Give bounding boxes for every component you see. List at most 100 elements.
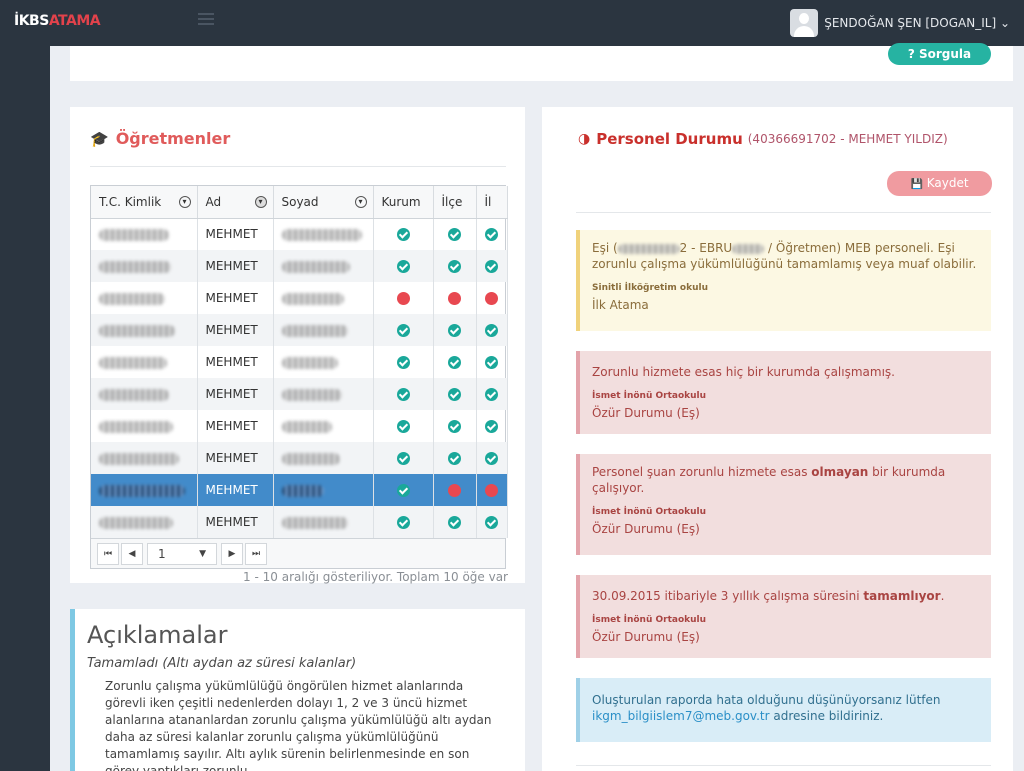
column-header-tc[interactable]: T.C. Kimlik ▾	[91, 186, 198, 219]
redacted-surname	[281, 420, 332, 433]
first-page-button[interactable]: ⏮	[97, 543, 119, 565]
query-button[interactable]: ? Sorgula	[888, 43, 991, 65]
redacted-id	[99, 420, 173, 433]
table-row[interactable]: MEHMET	[91, 314, 508, 346]
sidebar	[0, 46, 50, 771]
column-header-il[interactable]: İl	[476, 186, 508, 219]
avatar	[790, 9, 819, 37]
table-row[interactable]: MEHMET	[91, 442, 508, 474]
grid-header-row: T.C. Kimlik ▾ Ad ▾ Soyad ▾ Kurum İlçe İl	[91, 186, 508, 219]
redacted-id	[99, 388, 169, 401]
explanations-subtitle: Tamamladı (Altı aydan az süresi kalanlar…	[87, 656, 357, 671]
report-note: Oluşturulan raporda hata olduğunu düşünü…	[576, 678, 991, 742]
table-row[interactable]: MEHMET	[91, 282, 508, 314]
red-dot-icon	[396, 292, 410, 305]
redacted-id	[99, 260, 171, 273]
ilce-status-cell	[433, 442, 477, 474]
redacted-id	[99, 516, 173, 529]
check-circle-icon	[485, 452, 498, 465]
table-row[interactable]: MEHMET	[91, 506, 508, 538]
redacted-id	[99, 484, 185, 497]
check-circle-icon	[448, 420, 461, 433]
check-circle-icon	[396, 260, 410, 273]
tc-cell	[91, 474, 198, 506]
kurum-status-cell	[373, 474, 434, 506]
tc-cell	[91, 314, 198, 346]
check-circle-icon	[448, 516, 461, 529]
next-page-button[interactable]: ▶	[221, 543, 243, 565]
column-header-soyad[interactable]: Soyad ▾	[273, 186, 374, 219]
check-circle-icon	[396, 388, 410, 401]
filter-icon[interactable]: ▾	[254, 195, 267, 208]
filter-icon[interactable]: ▾	[354, 195, 367, 208]
ad-cell: MEHMET	[197, 250, 274, 282]
il-status-cell	[476, 506, 508, 538]
redacted-id	[99, 228, 169, 241]
card-status: İlk Atama	[592, 298, 649, 312]
ilce-status-cell	[433, 250, 477, 282]
il-status-cell	[476, 346, 508, 378]
tc-cell	[91, 378, 198, 410]
ilce-status-cell	[433, 282, 477, 314]
card-school: İsmet İnönü Ortaokulu	[592, 615, 707, 625]
ilce-status-cell	[433, 474, 477, 506]
check-circle-icon	[485, 516, 498, 529]
check-circle-icon	[396, 452, 410, 465]
table-row[interactable]: MEHMET	[91, 218, 508, 250]
tc-cell	[91, 506, 198, 538]
check-circle-icon	[485, 228, 498, 242]
status-card-spouse: Eşi (2 - EBRU / Öğretmen) MEB personeli.…	[576, 230, 991, 331]
check-circle-icon	[448, 452, 461, 465]
page-select[interactable]: 1 ▼	[147, 543, 217, 565]
check-circle-icon	[448, 260, 461, 273]
soyad-cell	[273, 218, 374, 250]
card-school: Sinitli İlköğretim okulu	[592, 283, 708, 293]
soyad-cell	[273, 506, 374, 538]
tc-cell	[91, 346, 198, 378]
kurum-status-cell	[373, 314, 434, 346]
save-button[interactable]: 💾 Kaydet	[887, 171, 992, 196]
card-text: Eşi (2 - EBRU / Öğretmen) MEB personeli.…	[592, 241, 977, 271]
table-row[interactable]: MEHMET	[91, 410, 508, 442]
status-card-no-service: Zorunlu hizmete esas hiç bir kurumda çal…	[576, 351, 991, 434]
check-circle-icon	[448, 228, 461, 242]
prev-page-button[interactable]: ◀	[121, 543, 143, 565]
personnel-subtitle: (40366691702 - MEHMET YILDIZ)	[747, 132, 948, 146]
il-status-cell	[476, 250, 508, 282]
soyad-cell	[273, 442, 374, 474]
email-link[interactable]: ikgm_bilgiislem7@meb.gov.tr	[592, 709, 770, 723]
check-circle-icon	[396, 228, 410, 242]
card-status: Özür Durumu (Eş)	[592, 630, 700, 644]
app-logo[interactable]: İKBSATAMA	[14, 13, 101, 29]
ad-cell: MEHMET	[197, 378, 274, 410]
table-row[interactable]: MEHMET	[91, 378, 508, 410]
red-dot-icon	[448, 292, 461, 305]
redacted-id	[99, 452, 179, 465]
table-row[interactable]: MEHMET	[91, 250, 508, 282]
il-status-cell	[476, 442, 508, 474]
tc-cell	[91, 410, 198, 442]
card-status: Özür Durumu (Eş)	[592, 406, 700, 420]
column-header-ilce[interactable]: İlçe	[433, 186, 477, 219]
filter-icon[interactable]: ▾	[178, 195, 191, 208]
kurum-status-cell	[373, 506, 434, 538]
kurum-status-cell	[373, 250, 434, 282]
last-page-button[interactable]: ⏭	[245, 543, 267, 565]
table-row[interactable]: MEHMET	[91, 346, 508, 378]
red-dot-icon	[485, 484, 498, 497]
brand-accent: ATAMA	[48, 13, 101, 29]
check-circle-icon	[448, 388, 461, 401]
kurum-status-cell	[373, 346, 434, 378]
half-circle-icon: ◑	[578, 131, 591, 147]
tc-cell	[91, 250, 198, 282]
redacted-surname	[281, 356, 338, 369]
hamburger-menu-icon[interactable]	[198, 13, 214, 27]
divider	[90, 166, 506, 167]
tc-cell	[91, 218, 198, 250]
ilce-status-cell	[433, 218, 477, 250]
column-header-ad[interactable]: Ad ▾	[197, 186, 274, 219]
column-header-kurum[interactable]: Kurum	[373, 186, 434, 219]
user-menu[interactable]: ŞENDOĞAN ŞEN [DOGAN_IL] ⌄	[790, 9, 1010, 37]
kurum-status-cell	[373, 442, 434, 474]
table-row[interactable]: MEHMET	[91, 474, 508, 506]
